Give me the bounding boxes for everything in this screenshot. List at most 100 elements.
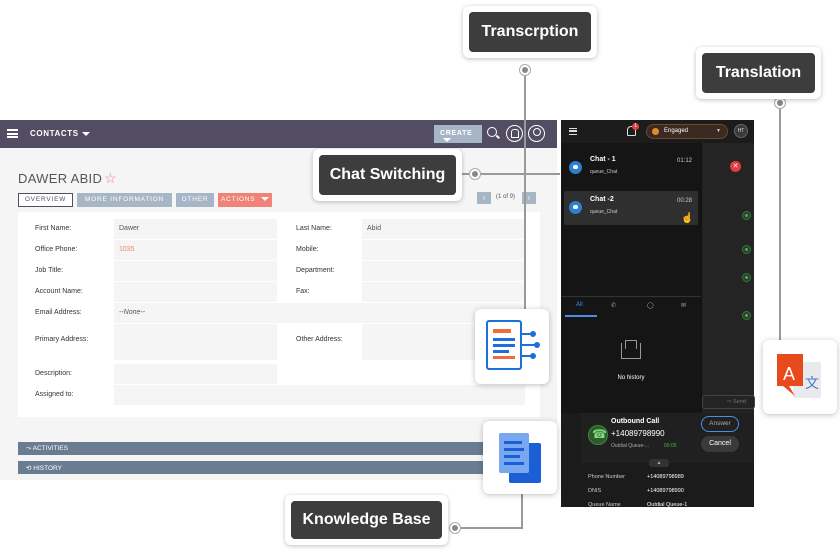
- chat-item-selected[interactable]: Chat -2 queue_Chat 00:28: [564, 191, 698, 225]
- hand-cursor-icon: ☝: [681, 213, 694, 224]
- translation-tile: A 文: [763, 340, 837, 414]
- translate-icon: A 文: [777, 354, 821, 398]
- call-row-label: Phone Number: [588, 474, 625, 480]
- chat-list-panel: Chat - 1 queue_Chat 01:12 Chat -2 queue_…: [561, 143, 701, 413]
- contacts-label: CONTACTS: [30, 129, 79, 138]
- phone-tab-icon[interactable]: ✆: [611, 302, 616, 309]
- create-label: CREATE: [440, 130, 473, 137]
- job-title-label: Job Title:: [35, 267, 64, 274]
- tab-actions[interactable]: ACTIONS: [218, 193, 272, 207]
- softphone-header: 1 Engaged ▼ HT: [561, 120, 754, 143]
- pager-text: (1 of 9): [496, 194, 516, 200]
- chat-name: Chat - 1: [590, 156, 616, 163]
- tab-other[interactable]: OTHER: [176, 193, 214, 207]
- connector-dot: [520, 65, 530, 75]
- call-row-value: +14089798990: [647, 488, 684, 494]
- chat-timer: 00:28: [676, 198, 692, 204]
- collapse-icon[interactable]: ▲: [649, 459, 669, 467]
- knowledge-documents-icon: [499, 433, 541, 483]
- svg-text:文: 文: [805, 375, 819, 391]
- call-row-value: +14089798989: [647, 474, 684, 480]
- cancel-button[interactable]: Cancel: [701, 436, 739, 452]
- call-timer: 00:05: [664, 443, 677, 449]
- activities-label: ACTIVITIES: [32, 445, 69, 452]
- call-row-label: DNIS: [588, 488, 602, 494]
- status-dot-icon: [652, 128, 659, 135]
- translation-connector: [779, 103, 781, 340]
- call-number: +14089798990: [611, 429, 665, 438]
- call-row-value: Outdial Queue-1: [647, 502, 688, 508]
- primary-address-value: [114, 324, 277, 360]
- softphone-panel: 1 Engaged ▼ HT Chat - 1 queue_Chat 01:12…: [561, 120, 755, 413]
- close-icon[interactable]: ✕: [730, 161, 741, 172]
- office-phone-label: Office Phone:: [35, 246, 78, 253]
- send-button[interactable]: ⇨ Send: [702, 395, 755, 409]
- connector-dot: [450, 523, 460, 533]
- search-icon[interactable]: [487, 127, 497, 137]
- favorite-star-icon[interactable]: ☆: [104, 170, 117, 186]
- chat-item[interactable]: Chat - 1 queue_Chat 01:12: [564, 151, 698, 185]
- history-section[interactable]: ⟲ HISTORY: [18, 461, 540, 474]
- transcription-tile: [475, 309, 549, 384]
- email-tab-icon[interactable]: ✉: [681, 302, 686, 309]
- call-queue: Outdial Queue-...: [611, 443, 650, 449]
- primary-address-label: Primary Address:: [35, 336, 89, 343]
- mobile-value: [362, 240, 525, 260]
- account-name-label: Account Name:: [35, 288, 83, 295]
- first-name-value: Dawer: [114, 219, 277, 239]
- record-title: DAWER ABID: [18, 171, 103, 186]
- call-row-label: Queue Name: [588, 502, 621, 508]
- chat-bubble-icon: [569, 201, 582, 214]
- svg-text:A: A: [783, 364, 795, 384]
- status-dropdown[interactable]: Engaged ▼: [646, 124, 728, 139]
- status-icon: [742, 311, 751, 320]
- history-label: HISTORY: [33, 465, 62, 472]
- empty-box-icon: [621, 340, 641, 359]
- transcription-label: Transcrption: [469, 12, 591, 52]
- description-value: [114, 364, 277, 384]
- status-icon: [742, 245, 751, 254]
- create-button[interactable]: CREATE: [434, 125, 482, 143]
- chat-switching-label: Chat Switching: [319, 155, 456, 195]
- transcription-connector: [524, 70, 526, 315]
- chat-tab-icon[interactable]: ◯: [647, 302, 654, 309]
- tab-all[interactable]: All: [576, 302, 583, 308]
- chevron-down-icon: ▼: [716, 128, 721, 134]
- send-label: Send: [733, 399, 746, 405]
- tab-overview[interactable]: OVERVIEW: [18, 193, 73, 207]
- knowledge-base-tile: [483, 421, 557, 494]
- chevron-down-icon: [81, 131, 90, 136]
- chat-name: Chat -2: [590, 196, 614, 203]
- email-value: --None--: [114, 303, 525, 323]
- active-tab-indicator: [565, 315, 597, 317]
- first-name-label: First Name:: [35, 225, 72, 232]
- knowledge-connector-vertical: [521, 494, 523, 528]
- tab-more-information[interactable]: MORE INFORMATION: [77, 193, 172, 207]
- job-title-value: [114, 261, 277, 281]
- knowledge-connector-horizontal: [456, 527, 523, 529]
- menu-icon[interactable]: [7, 129, 18, 138]
- avatar[interactable]: HT: [734, 124, 748, 138]
- previous-record-button[interactable]: ‹: [477, 192, 491, 204]
- description-label: Description:: [35, 370, 72, 377]
- department-value: [362, 261, 525, 281]
- menu-icon[interactable]: [569, 128, 577, 135]
- contacts-menu[interactable]: CONTACTS: [30, 129, 90, 138]
- answer-button[interactable]: Answer: [701, 416, 739, 432]
- user-icon[interactable]: [528, 125, 545, 142]
- department-label: Department:: [296, 267, 335, 274]
- chat-timer: 01:12: [676, 158, 692, 164]
- outbound-call-panel: Outbound Call +14089798990 Outdial Queue…: [561, 413, 754, 508]
- activities-section[interactable]: ⤳ ACTIVITIES: [18, 442, 540, 455]
- call-title: Outbound Call: [611, 418, 660, 425]
- actions-label: ACTIONS: [220, 196, 256, 203]
- office-phone-link[interactable]: 1035: [114, 240, 277, 260]
- notification-icon[interactable]: [506, 125, 523, 142]
- other-address-label: Other Address:: [296, 336, 343, 343]
- email-label: Email Address:: [35, 309, 82, 316]
- fax-label: Fax:: [296, 288, 310, 295]
- chevron-down-icon: [261, 197, 270, 202]
- chat-switching-callout: Chat Switching: [313, 149, 462, 201]
- transcription-callout: Transcrption: [463, 6, 597, 58]
- chat-bubble-icon: [569, 161, 582, 174]
